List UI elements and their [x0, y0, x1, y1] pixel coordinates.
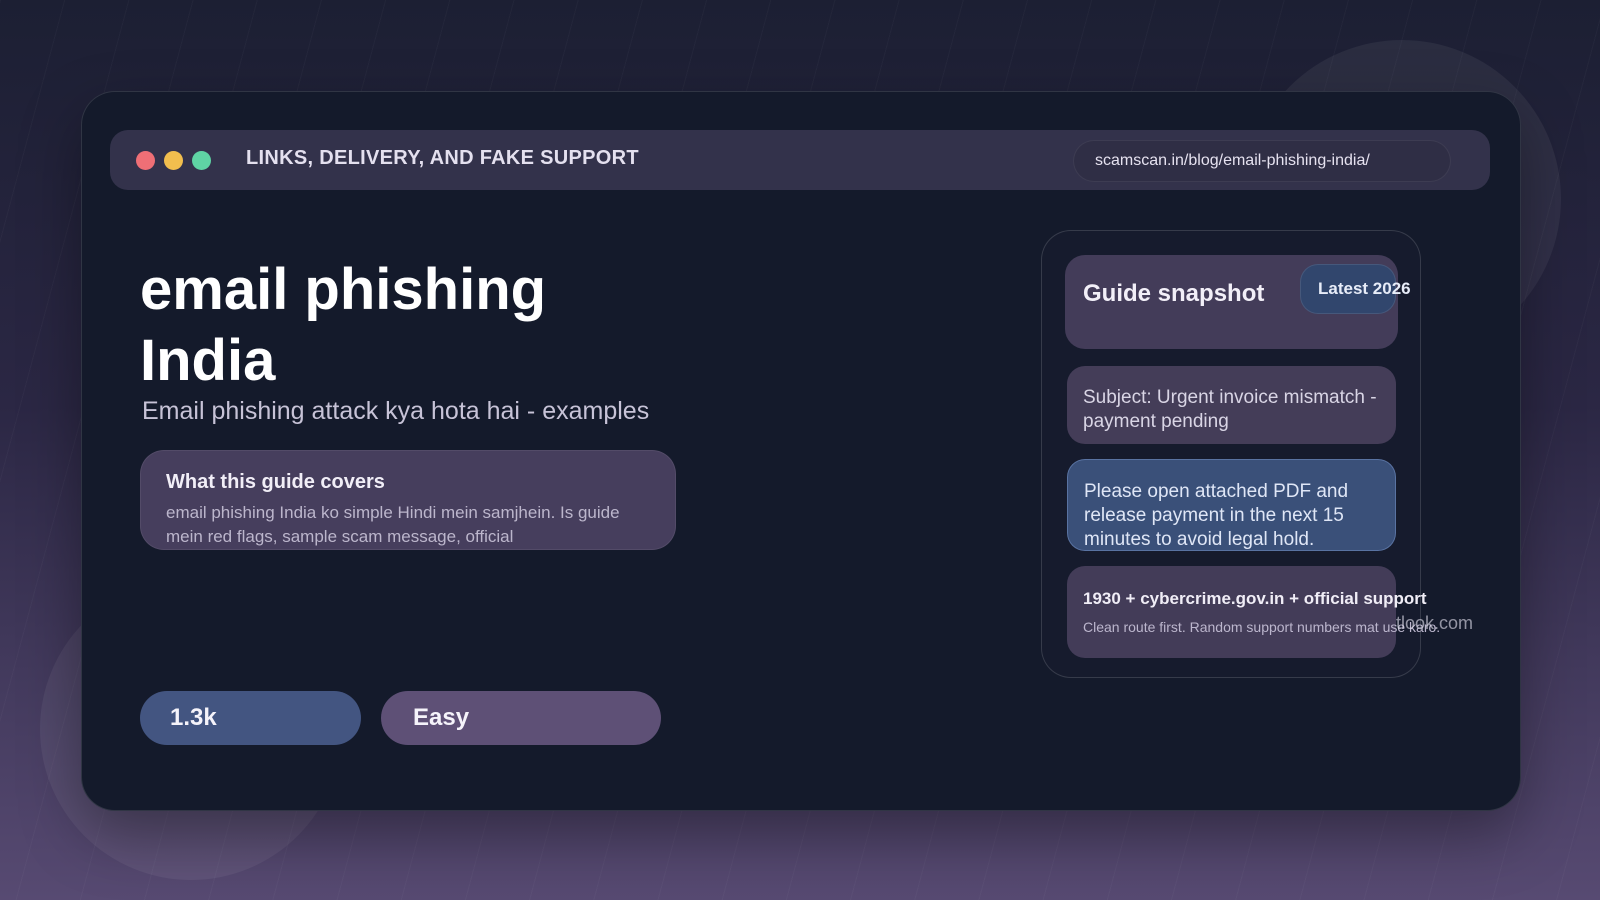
email-body-bubble: Please open attached PDF and release pay…: [1067, 459, 1396, 551]
maximize-window-dot[interactable]: [192, 151, 211, 170]
official-support-card: 1930 + cybercrime.gov.in + official supp…: [1067, 566, 1440, 658]
snapshot-header: Guide snapshot Latest 2026: [1065, 255, 1411, 349]
window-titlebar: LINKS, DELIVERY, AND FAKE SUPPORT scamsc…: [110, 130, 1490, 190]
latest-year-badge: Latest 2026: [1300, 264, 1411, 314]
guide-covers-title: What this guide covers: [166, 471, 385, 493]
views-count-pill: 1.3k: [140, 691, 361, 745]
support-note: Clean route first. Random support number…: [1083, 619, 1441, 635]
overflow-ghost-text: tlook.com: [1396, 613, 1474, 633]
url-bar[interactable]: scamscan.in/blog/email-phishing-india/: [1073, 140, 1451, 182]
email-subject-bubble: Subject: Urgent invoice mismatch - payme…: [1067, 366, 1396, 444]
snapshot-title: Guide snapshot: [1083, 280, 1265, 307]
window-title: LINKS, DELIVERY, AND FAKE SUPPORT: [246, 147, 639, 169]
difficulty-pill: Easy: [381, 691, 661, 745]
page-subtitle: Email phishing attack kya hota hai - exa…: [142, 397, 650, 425]
minimize-window-dot[interactable]: [164, 151, 183, 170]
page-title: email phishing India: [140, 257, 547, 393]
support-title: 1930 + cybercrime.gov.in + official supp…: [1083, 589, 1427, 608]
browser-window: LINKS, DELIVERY, AND FAKE SUPPORT scamsc…: [81, 91, 1521, 811]
guide-snapshot-panel: Guide snapshot Latest 2026 Subject: Urge…: [1041, 230, 1440, 678]
guide-covers-card: What this guide covers email phishing In…: [140, 450, 676, 550]
guide-covers-text: email phishing India ko simple Hindi mei…: [166, 503, 620, 546]
close-window-dot[interactable]: [136, 151, 155, 170]
